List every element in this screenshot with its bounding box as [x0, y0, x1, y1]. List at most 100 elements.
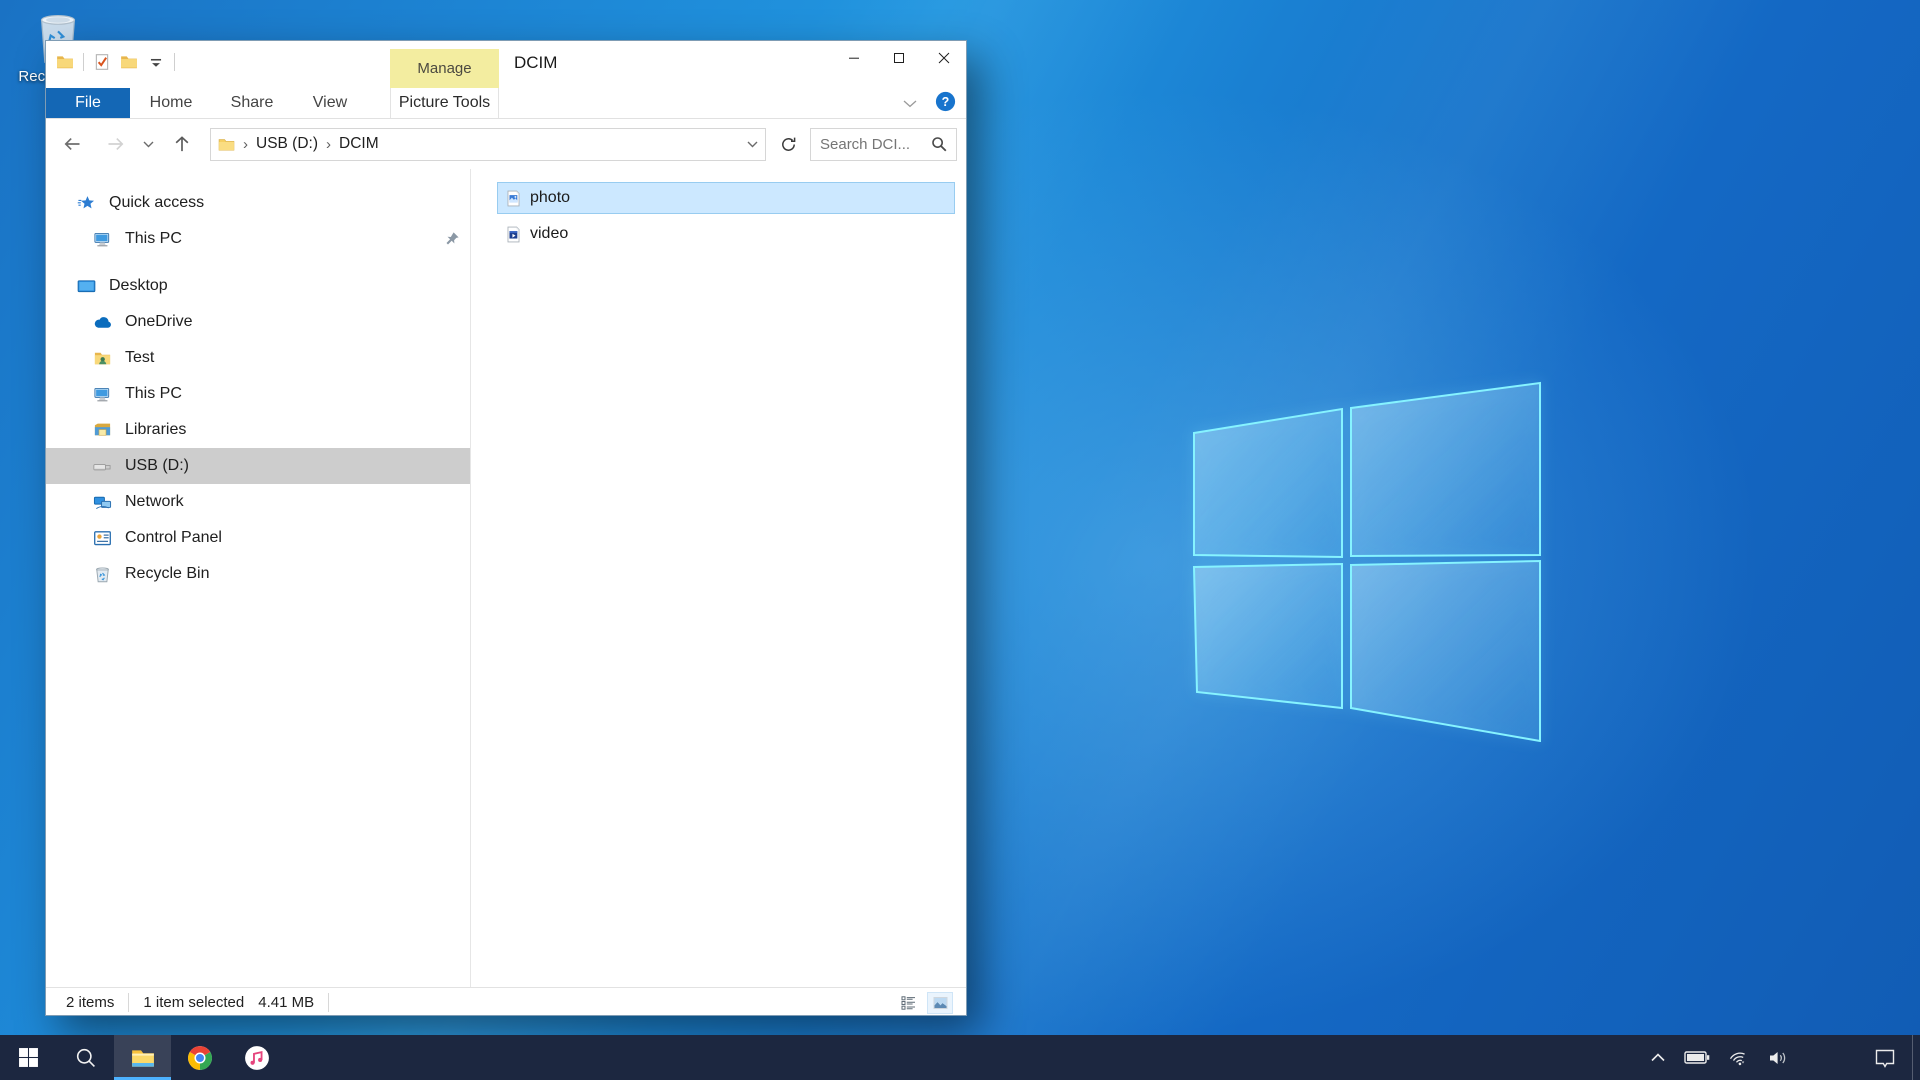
sidebar-item-onedrive[interactable]: OneDrive [46, 304, 470, 340]
status-separator [128, 993, 129, 1012]
chevron-down-icon [903, 100, 917, 108]
file-explorer-window: Manage DCIM File Home Share View Picture… [45, 40, 967, 1016]
selection-size: 4.41 MB [258, 994, 314, 1011]
search-box [810, 128, 957, 161]
sidebar-item-this-pc[interactable]: This PC [46, 221, 470, 257]
chrome-button[interactable] [171, 1035, 228, 1080]
maximize-button[interactable] [876, 41, 921, 74]
file-explorer-button[interactable] [114, 1035, 171, 1080]
tab-file[interactable]: File [46, 88, 130, 118]
battery-icon[interactable] [1684, 1050, 1710, 1065]
tab-view[interactable]: View [300, 88, 360, 118]
taskbar-buttons [0, 1035, 285, 1080]
up-button[interactable] [166, 128, 198, 160]
sidebar-item-test[interactable]: Test [46, 340, 470, 376]
sidebar-item-label: This PC [125, 230, 182, 248]
sidebar-item-label: This PC [125, 385, 182, 403]
ribbon-tab-row: File Home Share View Picture Tools ? [46, 88, 966, 119]
forward-button[interactable] [100, 128, 132, 160]
tab-picture-tools[interactable]: Picture Tools [390, 88, 499, 118]
new-folder-icon[interactable] [120, 53, 138, 71]
tab-share[interactable]: Share [222, 88, 282, 118]
sidebar-item-label: USB (D:) [125, 457, 189, 475]
itunes-button[interactable] [228, 1035, 285, 1080]
collapse-ribbon-button[interactable] [898, 94, 922, 114]
wallpaper-windows-logo [1188, 380, 1542, 742]
chrome-icon [187, 1045, 213, 1071]
usb-drive-icon [93, 457, 112, 476]
file-row-photo[interactable]: photo [497, 182, 955, 214]
file-name: video [530, 225, 568, 243]
volume-icon[interactable] [1768, 1049, 1789, 1067]
desktop: Recycle Bin Manage DCIM File Home [0, 0, 1920, 1080]
thumbnail-view-button[interactable] [928, 993, 952, 1013]
details-view-icon [900, 995, 917, 1011]
desktop-icon [77, 277, 96, 296]
svg-text:*: * [1742, 1061, 1745, 1067]
this-pc-icon [93, 230, 112, 249]
properties-icon[interactable] [93, 53, 111, 71]
network-icon [93, 493, 112, 512]
chevron-down-icon [747, 141, 758, 148]
user-folder-icon [93, 349, 112, 368]
quick-access-toolbar [56, 53, 175, 71]
video-file-icon [505, 226, 522, 243]
address-dropdown-button[interactable] [739, 129, 765, 160]
search-icon[interactable] [931, 136, 947, 152]
file-list: photo video [471, 169, 966, 987]
window-title: DCIM [514, 53, 557, 73]
address-row: › USB (D:) › DCIM [46, 119, 966, 169]
file-name: photo [530, 189, 570, 207]
control-panel-icon [93, 529, 112, 548]
status-bar: 2 items 1 item selected 4.41 MB [46, 987, 966, 1017]
sidebar-item-quick-access[interactable]: Quick access [46, 185, 470, 221]
start-button[interactable] [0, 1035, 57, 1080]
refresh-button[interactable] [776, 132, 800, 156]
sidebar-item-label: Desktop [109, 277, 168, 295]
recent-locations-button[interactable] [138, 128, 158, 160]
sidebar-item-label: Control Panel [125, 529, 222, 547]
sidebar-item-recycle-bin[interactable]: Recycle Bin [46, 556, 470, 592]
action-center-icon[interactable] [1874, 1047, 1896, 1069]
qat-separator [83, 53, 84, 71]
onedrive-icon [93, 313, 112, 332]
file-row-video[interactable]: video [497, 218, 955, 250]
window-controls [831, 41, 966, 74]
forward-arrow-icon [106, 134, 126, 154]
sidebar-item-this-pc[interactable]: This PC [46, 376, 470, 412]
show-desktop-button[interactable] [1912, 1035, 1920, 1080]
sidebar-item-desktop[interactable]: Desktop [46, 268, 470, 304]
minimize-button[interactable] [831, 41, 876, 74]
chevron-down-icon [143, 141, 154, 148]
tab-home[interactable]: Home [138, 88, 204, 118]
sidebar-item-usb-d[interactable]: USB (D:) [46, 448, 470, 484]
details-view-button[interactable] [896, 993, 920, 1013]
taskbar-search-button[interactable] [57, 1035, 114, 1080]
svg-text:?: ? [942, 95, 950, 109]
selection-count: 1 item selected [143, 994, 244, 1011]
sidebar-item-control-panel[interactable]: Control Panel [46, 520, 470, 556]
taskbar-search-icon [75, 1047, 97, 1069]
qat-customize-icon[interactable] [147, 53, 165, 71]
breadcrumb-folder[interactable]: DCIM [339, 135, 379, 153]
wifi-icon[interactable]: * [1729, 1049, 1749, 1066]
system-tray: * [1651, 1035, 1920, 1080]
search-input[interactable] [811, 136, 929, 153]
tray-chevron-up-icon[interactable] [1651, 1053, 1665, 1062]
sidebar-item-network[interactable]: Network [46, 484, 470, 520]
libraries-icon [93, 421, 112, 440]
breadcrumb-separator: › [326, 136, 331, 153]
help-button[interactable]: ? [935, 91, 956, 112]
breadcrumb-drive[interactable]: USB (D:) [256, 135, 318, 153]
items-count: 2 items [66, 994, 114, 1011]
titlebar[interactable]: Manage DCIM [46, 41, 966, 88]
sidebar-item-label: Libraries [125, 421, 186, 439]
navigation-pane: Quick access This PC Desktop OneDrive Te… [46, 169, 470, 987]
sidebar-item-label: Recycle Bin [125, 565, 209, 583]
tab-manage-group[interactable]: Manage [390, 49, 499, 88]
close-button[interactable] [921, 41, 966, 74]
sidebar-item-libraries[interactable]: Libraries [46, 412, 470, 448]
itunes-icon [244, 1045, 270, 1071]
address-bar[interactable]: › USB (D:) › DCIM [210, 128, 766, 161]
back-button[interactable] [56, 128, 88, 160]
